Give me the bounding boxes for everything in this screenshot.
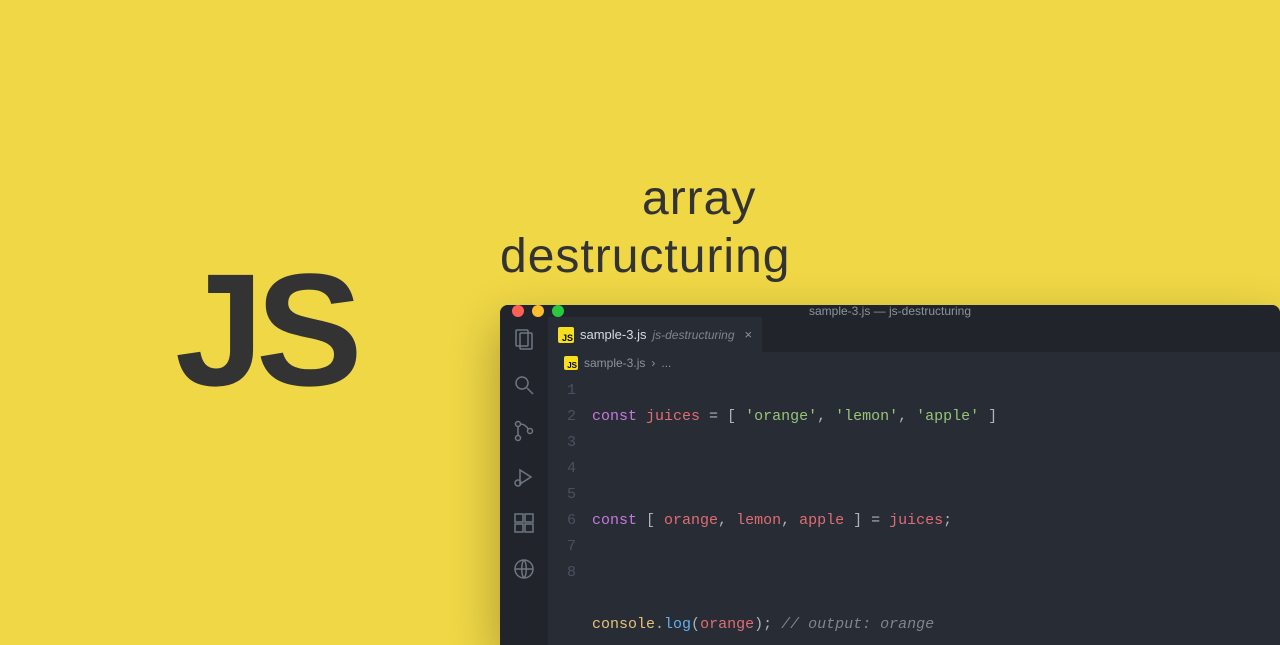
code-line [592,560,1280,586]
code-line: console.log(orange); // output: orange [592,612,1280,638]
line-gutter: 1 2 3 4 5 6 7 8 [548,378,592,645]
source-control-icon[interactable] [512,419,536,443]
tab-bar: JS sample-3.js js-destructuring × [548,317,1280,352]
editor-body: JS sample-3.js js-destructuring × JS sam… [500,317,1280,645]
tab-sample-3[interactable]: JS sample-3.js js-destructuring × [548,317,762,352]
code-line: const [ orange, lemon, apple ] = juices; [592,508,1280,534]
js-file-icon: JS [558,327,574,343]
breadcrumb-rest: ... [661,356,671,370]
minimize-icon[interactable] [532,305,544,317]
title-line-1: array [642,170,790,228]
editor-window: sample-3.js — js-destructuring [500,305,1280,645]
page-title: array destructuring [500,170,790,285]
close-icon[interactable] [512,305,524,317]
code-content: const juices = [ 'orange', 'lemon', 'app… [592,378,1280,645]
window-titlebar: sample-3.js — js-destructuring [500,305,1280,317]
main-pane: JS sample-3.js js-destructuring × JS sam… [548,317,1280,645]
activity-bar [500,317,548,645]
chevron-right-icon: › [651,356,655,370]
line-number: 1 [548,378,576,404]
traffic-lights [512,305,564,317]
extensions-icon[interactable] [512,511,536,535]
remote-icon[interactable] [512,557,536,581]
maximize-icon[interactable] [552,305,564,317]
tab-close-icon[interactable]: × [745,327,753,342]
code-line: const juices = [ 'orange', 'lemon', 'app… [592,404,1280,430]
title-line-2: destructuring [500,228,790,286]
tab-filename: sample-3.js [580,327,646,342]
code-editor[interactable]: 1 2 3 4 5 6 7 8 const juices = [ 'orange… [548,374,1280,645]
line-number: 4 [548,456,576,482]
js-file-icon: JS [564,356,578,370]
line-number: 7 [548,534,576,560]
line-number: 8 [548,560,576,586]
breadcrumb[interactable]: JS sample-3.js › ... [548,352,1280,374]
line-number: 6 [548,508,576,534]
search-icon[interactable] [512,373,536,397]
line-number: 5 [548,482,576,508]
window-title: sample-3.js — js-destructuring [500,305,1280,318]
js-logo: JS [175,250,355,410]
run-debug-icon[interactable] [512,465,536,489]
line-number: 3 [548,430,576,456]
breadcrumb-file: sample-3.js [584,356,645,370]
code-line [592,456,1280,482]
tab-context: js-destructuring [652,328,734,342]
explorer-icon[interactable] [512,327,536,351]
line-number: 2 [548,404,576,430]
